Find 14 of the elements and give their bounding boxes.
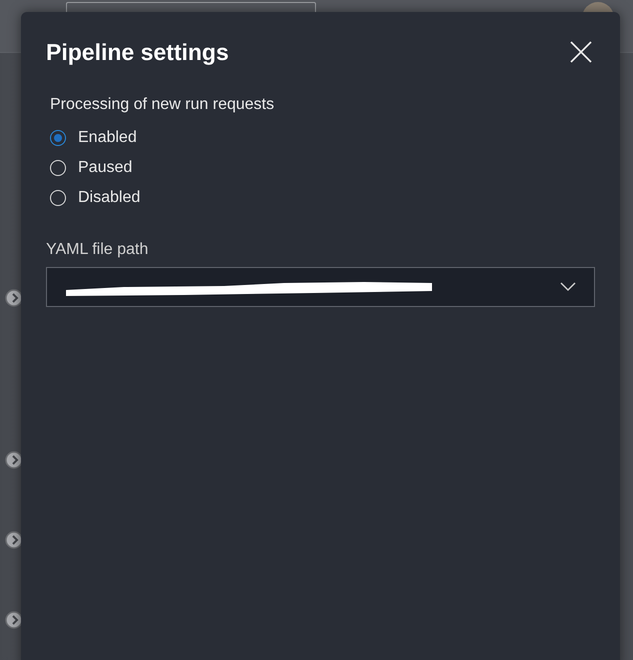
radio-button[interactable] xyxy=(50,130,66,146)
expand-icon[interactable] xyxy=(5,531,23,549)
radio-group-label: Processing of new run requests xyxy=(50,96,276,114)
expand-icon[interactable] xyxy=(5,289,23,307)
chevron-down-icon xyxy=(560,282,576,292)
radio-option[interactable]: Enabled xyxy=(50,128,137,148)
close-button[interactable] xyxy=(570,41,592,63)
expand-icon[interactable] xyxy=(5,451,23,469)
radio-option[interactable]: Disabled xyxy=(50,188,140,208)
path-dropdown[interactable] xyxy=(46,267,595,307)
field-label: YAML file path xyxy=(46,241,150,259)
expand-icon[interactable] xyxy=(5,611,23,629)
radio-option[interactable]: Paused xyxy=(50,158,132,178)
dialog-title: Pipeline settings xyxy=(46,38,229,66)
